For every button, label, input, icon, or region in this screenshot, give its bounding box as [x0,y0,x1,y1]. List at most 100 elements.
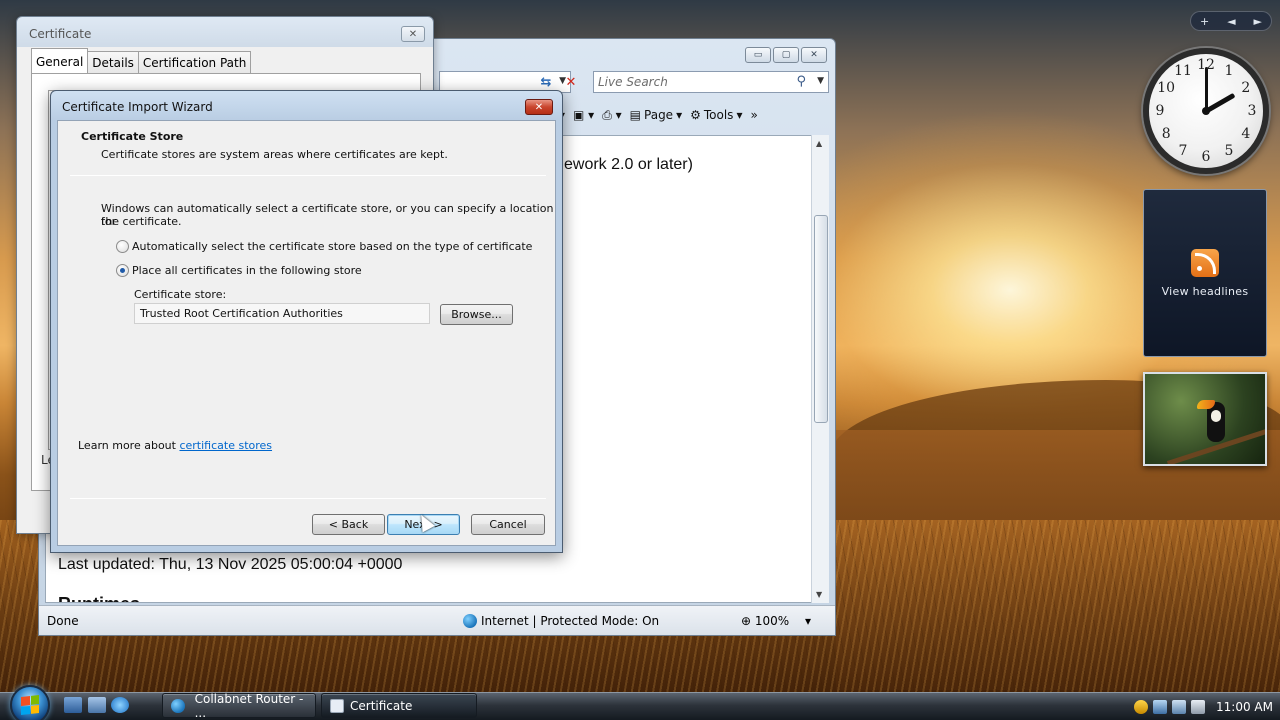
clock-number: 6 [1201,149,1211,165]
close-button[interactable]: ✕ [801,47,827,63]
chevron-down-icon: ▾ [736,108,743,122]
status-text: Done [47,614,79,628]
ie-window-controls: ▭ ▢ ✕ [745,47,827,63]
tools-menu[interactable]: ⚙ Tools ▾ [690,108,742,122]
more-commands-icon[interactable]: » [750,108,757,122]
security-zone-label: Internet | Protected Mode: On [481,614,660,628]
connection-icon[interactable] [1172,699,1186,714]
clock-number: 11 [1174,63,1192,80]
wizard-intro-line2: the certificate. [101,215,182,228]
clock-number: 8 [1161,126,1171,142]
learn-more-prefix: Learn more about [78,439,180,452]
close-button[interactable]: ✕ [401,26,425,42]
maximize-button[interactable]: ▢ [773,47,799,63]
taskbar-item-collabnet[interactable]: Collabnet Router - ... [162,691,316,720]
runtimes-heading: Runtimes [58,594,140,602]
last-updated-text: Last updated: Thu, 13 Nov 2025 05:00:04 … [58,556,403,573]
browse-button[interactable]: Browse... [440,304,513,325]
sidebar-controls[interactable]: + ◄ ► [1190,11,1272,31]
tab-general[interactable]: General [31,48,89,74]
page-icon: ▤ [629,108,642,122]
chevron-down-icon: ▾ [805,614,812,628]
radio-place-in-store[interactable] [116,264,129,277]
ie-icon [171,698,185,713]
chevron-down-icon: ▾ [676,108,683,122]
page-menu-label: Page [644,108,674,122]
gear-icon: ⚙ [690,108,701,122]
show-desktop-icon[interactable] [64,697,82,713]
wizard-header-title: Certificate Store [81,130,184,143]
feed-headlines-label[interactable]: View headlines [1162,285,1249,298]
radio-auto-select[interactable] [116,240,129,253]
certificate-store-field: Trusted Root Certification Authorities [134,303,430,324]
clock-number: 10 [1157,80,1176,96]
taskbar-clock[interactable]: 11:00 AM [1216,700,1273,714]
clock-number: 3 [1247,103,1257,119]
certificate-icon [330,698,344,713]
clock-number: 12 [1197,57,1215,73]
minimize-button[interactable]: ▭ [745,47,771,63]
add-gadget-icon[interactable]: + [1200,15,1209,28]
scroll-down-icon[interactable]: ▼ [816,590,822,599]
clock-number: 9 [1155,103,1165,119]
clock-number: 1 [1224,63,1234,80]
security-zone[interactable]: Internet | Protected Mode: On [463,614,659,628]
security-shield-icon[interactable] [1134,699,1148,714]
scrollbar-thumb[interactable] [814,215,828,423]
volume-muted-icon[interactable] [1191,699,1205,714]
tab-details[interactable]: Details [87,51,139,74]
scroll-up-icon[interactable]: ▲ [816,139,822,148]
search-placeholder: Live Search [598,75,668,89]
tab-certification-path[interactable]: Certification Path [137,51,252,74]
ie-quicklaunch-icon[interactable] [111,697,129,713]
clock-center [1202,107,1210,115]
slideshow-gadget[interactable] [1143,372,1267,466]
start-button[interactable] [10,685,50,720]
taskbar-item-label: Certificate [350,698,413,713]
footer-divider [70,498,546,499]
radio-place-in-store-label[interactable]: Place all certificates in the following … [132,264,362,277]
certificate-store-label: Certificate store: [134,288,227,301]
toucan-chest [1211,410,1221,422]
cancel-button[interactable]: Cancel [471,514,545,535]
refresh-icon[interactable]: ⇆ [536,73,556,91]
header-divider [70,175,546,176]
command-bar: ▾ ▣ ▾ ⎙ ▾ ▤ Page ▾ ⚙ Tools ▾ » [559,103,829,127]
feed-headlines-gadget[interactable]: View headlines [1143,189,1267,357]
clock-number: 5 [1224,142,1234,159]
switch-windows-icon[interactable] [88,697,106,713]
search-input[interactable]: Live Search ⚲ ▼ [593,71,829,93]
stop-icon[interactable]: ✕ [561,73,581,91]
feeds-icon[interactable]: ▣ ▾ [573,108,594,122]
rss-feed-icon [1191,248,1219,277]
vertical-scrollbar[interactable]: ▲ ▼ [811,135,829,603]
clock-minute-hand [1204,67,1208,111]
radio-auto-select-label[interactable]: Automatically select the certificate sto… [132,240,532,253]
wizard-body: Certificate Store Certificate stores are… [57,120,556,546]
clock-number: 4 [1241,126,1251,142]
tools-menu-label: Tools [703,108,734,122]
certificate-window-title: Certificate [29,27,92,41]
clock-gadget[interactable]: 12 1 2 3 4 5 6 7 8 9 10 11 [1143,48,1269,174]
search-icon[interactable]: ⚲ [796,74,806,89]
globe-icon [463,614,477,628]
framework-text: ework 2.0 or later) [564,156,693,173]
certificate-stores-link[interactable]: certificate stores [179,439,272,452]
network-icon[interactable] [1153,699,1167,714]
zoom-control[interactable]: ⊕ 100% ▾ [741,614,811,628]
back-button[interactable]: < Back [312,514,385,535]
zoom-icon: ⊕ [741,614,752,628]
previous-icon[interactable]: ◄ [1227,15,1235,28]
taskbar-item-certificate[interactable]: Certificate [321,693,477,718]
page-menu[interactable]: ▤ Page ▾ [630,108,682,122]
print-icon[interactable]: ⎙ ▾ [602,108,621,123]
close-button[interactable]: ✕ [525,99,553,115]
certificate-import-wizard[interactable]: Certificate Import Wizard ✕ Certificate … [50,90,563,553]
learn-more-text: Learn more about certificate stores [78,439,272,452]
taskbar-item-label: Collabnet Router - ... [194,691,304,720]
system-tray: 11:00 AM [1128,693,1280,720]
status-bar: Done Internet | Protected Mode: On ⊕ 100… [39,605,835,635]
next-icon[interactable]: ► [1254,15,1262,28]
search-dropdown-icon[interactable]: ▼ [817,76,824,86]
clock-number: 7 [1178,142,1188,159]
